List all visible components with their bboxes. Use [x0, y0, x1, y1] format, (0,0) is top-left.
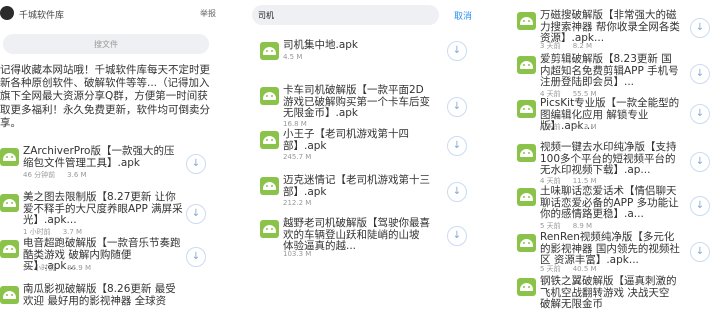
app-name: 万磁搜破解版【非常强大的磁力搜索神器 帮你收录全网各类资源】.apk...	[540, 9, 680, 44]
app-name: 卡车司机破解版【一款平面2D游戏已破解购买第一个卡车后变无限金币】.apk	[283, 84, 430, 119]
download-icon[interactable]: ↓	[447, 97, 467, 117]
list-item[interactable]: RenRen视频纯净版【多元化的影视神器 国内领先的视频社区 资源丰富】.apk…	[517, 231, 710, 276]
android-icon	[0, 194, 19, 212]
search-input[interactable]	[258, 8, 428, 22]
download-icon[interactable]: ↓	[690, 64, 710, 84]
app-name: 爱剪辑破解版【8.23更新 国内超知名免费剪辑APP 手机号注册登陆即会员】..…	[540, 53, 679, 88]
app-size: 245.7 M	[283, 153, 312, 161]
download-icon[interactable]: ↓	[447, 226, 467, 246]
app-size: 16.8 M	[283, 120, 307, 128]
download-icon[interactable]: ↓	[447, 41, 467, 61]
header: 千城软件库 举报	[0, 0, 222, 28]
download-icon[interactable]: ↓	[690, 242, 710, 262]
app-meta: 22 小时前 86.9 M	[23, 264, 91, 272]
list-item[interactable]: 卡车司机破解版【一款平面2D游戏已破解购买第一个卡车后变无限金币】.apk 16…	[260, 84, 472, 129]
download-icon[interactable]: ↓	[690, 104, 710, 124]
android-icon	[517, 56, 536, 74]
android-icon	[0, 240, 19, 258]
app-meta: 1 小时前 3.7 M	[23, 228, 83, 236]
download-icon[interactable]: ↓	[690, 196, 710, 216]
android-icon	[517, 234, 536, 252]
android-icon	[517, 278, 536, 296]
android-icon	[260, 131, 279, 149]
search-input[interactable]: 搜文件	[3, 34, 209, 54]
download-icon[interactable]: ↓	[186, 247, 206, 267]
app-name: 土味聊话恋爱话术【情侣聊天聊话恋爱必备的APP 多功能让你的感情路更稳】.a..…	[540, 185, 679, 220]
app-meta: 4 天前 30.3 M	[540, 123, 597, 131]
list-item[interactable]: 视频一键去水印纯净版【支持100多个平台的短视频平台的无水印视频下载】.ap..…	[517, 141, 710, 186]
app-meta: 3 天前 8.2 M	[540, 42, 593, 50]
list-item[interactable]: 钢铁之翼破解版【逼真刺激的飞机空战翻转游戏 决战天空 破解无限金币	[517, 275, 709, 315]
list-item[interactable]: 万磁搜破解版【非常强大的磁力搜索神器 帮你收录全网各类资源】.apk... 3 …	[517, 9, 710, 54]
search-placeholder: 搜文件	[94, 40, 118, 49]
download-icon[interactable]: ↓	[447, 136, 467, 156]
app-name: 钢铁之翼破解版【逼真刺激的飞机空战翻转游戏 决战天空 破解无限金币	[540, 275, 677, 310]
list-item[interactable]: 司机集中地.apk 4.5 M ↓	[260, 39, 472, 84]
cancel-button[interactable]: 取消	[454, 9, 472, 22]
download-icon[interactable]: ↓	[447, 182, 467, 202]
list-item[interactable]: 电音超跑破解版【一款音乐节奏跑酷类游戏 破解内购随便买】.apk... 22 小…	[0, 237, 212, 282]
app-size: 4.5 M	[283, 53, 303, 61]
android-icon	[260, 220, 279, 238]
android-icon	[0, 286, 19, 304]
app-meta: 5 天前 8.9 M	[540, 222, 593, 230]
search-field[interactable]	[252, 5, 439, 25]
app-name: ZArchiverPro版【一款强大的压缩包文件管理工具】.apk	[23, 145, 175, 169]
list-item[interactable]: 美之图去限制版【8.27更新 让你爱不释手的大尺度养眼APP 满屏采光】.apk…	[0, 191, 212, 236]
app-name: RenRen视频纯净版【多元化的影视神器 国内领先的视频社区 资源丰富】.apk…	[540, 231, 680, 266]
android-icon	[0, 148, 19, 166]
app-size: 103.3 M	[283, 250, 312, 258]
list-item[interactable]: 迈克迷情记【老司机游戏第十三部】.apk 212.2 M ↓	[260, 174, 472, 219]
list-item[interactable]: 南瓜影视破解版【8.26更新 最受欢迎 最好用的影视神器 全球资	[0, 283, 212, 315]
app-name: 司机集中地.apk	[283, 39, 359, 51]
android-icon	[517, 144, 536, 162]
list-item[interactable]: PicsKit专业版【一款全能型的图编辑化应用 解锁专业版】.apk... 4 …	[517, 97, 710, 142]
app-name: 迈克迷情记【老司机游戏第十三部】.apk	[283, 174, 430, 198]
avatar[interactable]	[0, 6, 14, 20]
page-title: 千城软件库	[19, 11, 65, 21]
software-library-panel: 千城软件库 举报 搜文件 记得收藏本网站哦！千城软件库每天不定时更新各种原创软件…	[0, 0, 222, 315]
app-meta: 46 分钟前 3.6 M	[23, 171, 87, 179]
list-item[interactable]: ZArchiverPro版【一款强大的压缩包文件管理工具】.apk 46 分钟前…	[0, 145, 212, 190]
download-icon[interactable]: ↓	[186, 204, 206, 224]
list-item[interactable]: 土味聊话恋爱话术【情侣聊天聊话恋爱必备的APP 多功能让你的感情路更稳】.a..…	[517, 185, 710, 230]
app-name: 南瓜影视破解版【8.26更新 最受欢迎 最好用的影视神器 全球资	[23, 283, 176, 307]
android-icon	[260, 87, 279, 105]
app-name: 美之图去限制版【8.27更新 让你爱不释手的大尺度养眼APP 满屏采光】.apk…	[23, 191, 183, 226]
list-item[interactable]: 越野老司机破解版【驾驶你最喜欢的车辆登山跃和陡峭的山坡 体验逼真的越... 10…	[260, 217, 472, 262]
app-name: 越野老司机破解版【驾驶你最喜欢的车辆登山跃和陡峭的山坡 体验逼真的越...	[283, 217, 430, 252]
android-icon	[260, 177, 279, 195]
app-meta: 5 天前 40.5 M	[540, 265, 597, 273]
download-icon[interactable]: ↓	[690, 152, 710, 172]
android-icon	[517, 12, 536, 30]
app-name: 小王子【老司机游戏第十四部】.apk	[283, 128, 409, 152]
announcement-text: 记得收藏本网站哦！千城软件库每天不定时更新各种原创软件、破解软件等等...（记得…	[0, 64, 210, 129]
report-link[interactable]: 举报	[200, 8, 216, 19]
android-icon	[517, 100, 536, 118]
list-item[interactable]: 爱剪辑破解版【8.23更新 国内超知名免费剪辑APP 手机号注册登陆即会员】..…	[517, 53, 710, 98]
list-item[interactable]: 小王子【老司机游戏第十四部】.apk 245.7 M ↓	[260, 128, 472, 173]
latest-updates-panel: 万磁搜破解版【非常强大的磁力搜索神器 帮你收录全网各类资源】.apk... 3 …	[509, 0, 711, 315]
download-icon[interactable]: ↓	[690, 18, 710, 38]
android-icon	[517, 188, 536, 206]
app-name: 视频一键去水印纯净版【支持100多个平台的短视频平台的无水印视频下载】.ap..…	[540, 141, 677, 176]
search-results-panel: 取消 司机集中地.apk 4.5 M ↓ 卡车司机破解版【一款平面2D游戏已破解…	[252, 0, 480, 315]
app-size: 212.2 M	[283, 199, 312, 207]
android-icon	[260, 42, 279, 60]
download-icon[interactable]: ↓	[186, 154, 206, 174]
